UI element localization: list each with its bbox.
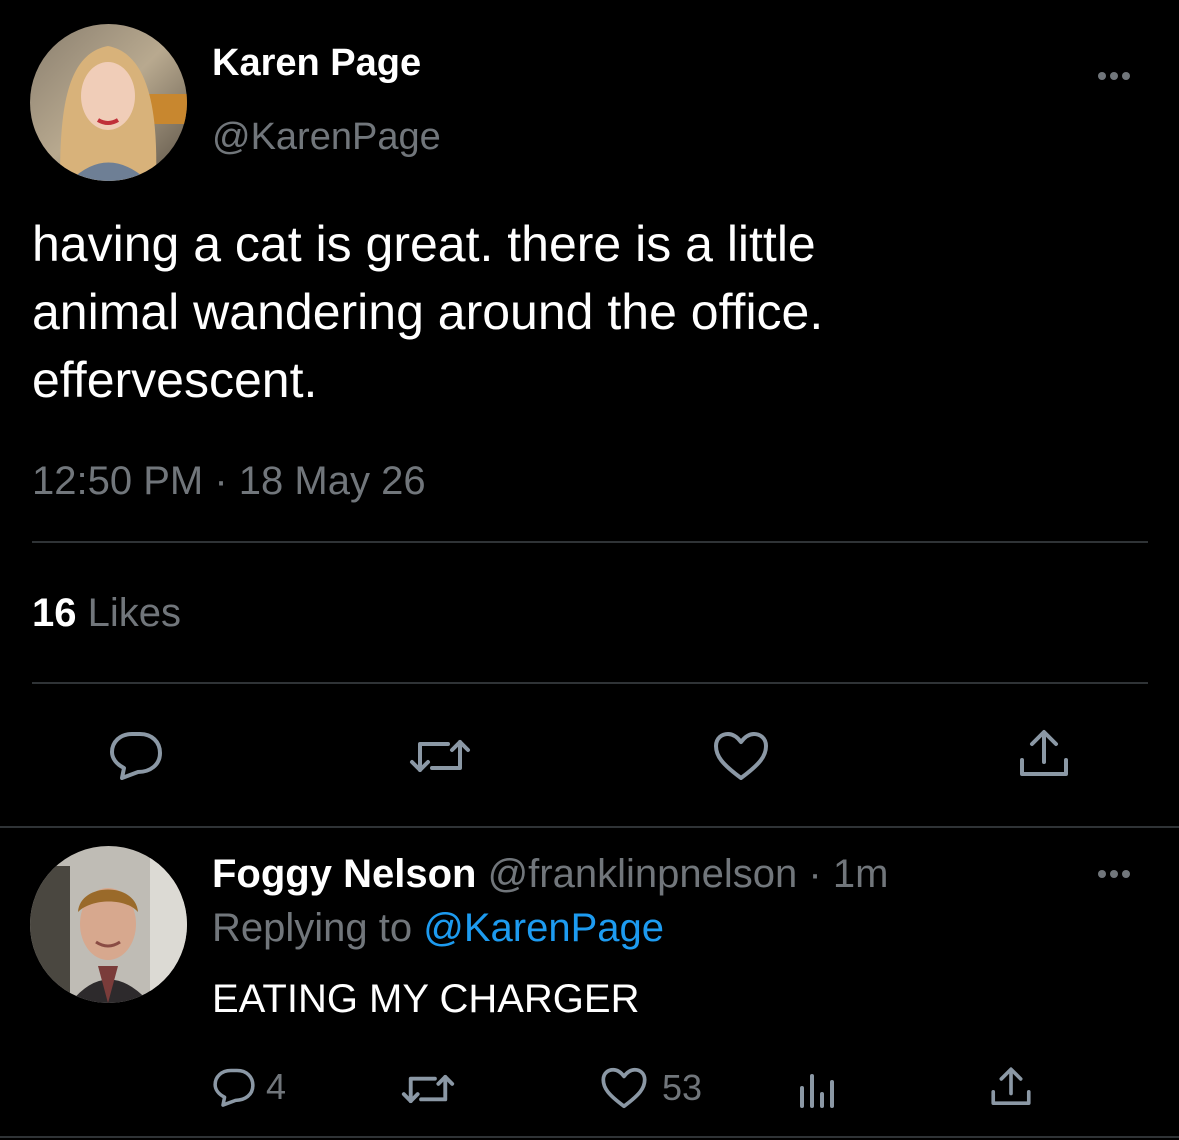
reply-button[interactable] [108,730,164,780]
share-button[interactable] [1018,728,1070,780]
reply-reply-button[interactable]: 4 [212,1066,286,1108]
like-icon [601,1067,647,1109]
reply-icon [213,1068,255,1107]
more-horizontal-icon [1098,870,1130,878]
tweet-text-line: effervescent. [32,352,318,408]
replying-to-link[interactable]: @KarenPage [423,906,664,950]
like-button[interactable] [712,730,770,782]
separator-dot: · [808,852,822,896]
reply-author-handle[interactable]: @franklinpnelson [488,852,798,896]
author-avatar[interactable] [30,24,187,181]
share-icon [1020,730,1068,776]
analytics-button[interactable] [796,1068,836,1110]
reply-count: 4 [266,1066,287,1107]
like-count: 53 [662,1067,703,1108]
reply-time[interactable]: 1m [833,852,889,896]
reply-author-avatar[interactable] [30,846,187,1003]
divider [32,541,1148,543]
reply-like-button[interactable]: 53 [600,1066,702,1110]
tweet-text: having a cat is great. there is a little… [32,210,1142,414]
tweet-timestamp[interactable]: 12:50 PM · 18 May 26 [32,456,426,506]
likes-stat[interactable]: 16 Likes [32,588,181,638]
reply-author-name[interactable]: Foggy Nelson [212,852,476,896]
likes-count: 16 [32,591,77,635]
analytics-icon [800,1074,834,1108]
reply-more-options-button[interactable] [1092,862,1136,886]
separator-dot: · [214,459,228,503]
reply-header: Foggy Nelson @franklinpnelson · 1m [212,850,888,898]
retweet-icon [410,740,470,772]
divider [0,826,1179,828]
reply-share-button[interactable] [990,1066,1032,1108]
reply-text: EATING MY CHARGER [212,977,640,1021]
replying-to: Replying to @KarenPage [212,904,664,952]
like-icon [714,732,768,780]
divider [0,1136,1179,1138]
likes-label: Likes [87,591,182,635]
share-icon [991,1067,1031,1105]
more-options-button[interactable] [1092,64,1136,88]
more-horizontal-icon [1098,72,1130,80]
author-handle[interactable]: @KarenPage [212,114,441,160]
tweet-text-line: animal wandering around the office. [32,284,824,340]
reply-retweet-button[interactable] [400,1070,456,1108]
author-name[interactable]: Karen Page [212,40,421,86]
replying-prefix: Replying to [212,906,413,950]
reply-icon [110,732,162,780]
retweet-button[interactable] [408,734,472,778]
divider [32,682,1148,684]
retweet-icon [401,1074,455,1104]
tweet-time: 12:50 PM [32,459,204,503]
tweet-date: 18 May 26 [238,459,426,503]
tweet-text-line: having a cat is great. there is a little [32,216,816,272]
